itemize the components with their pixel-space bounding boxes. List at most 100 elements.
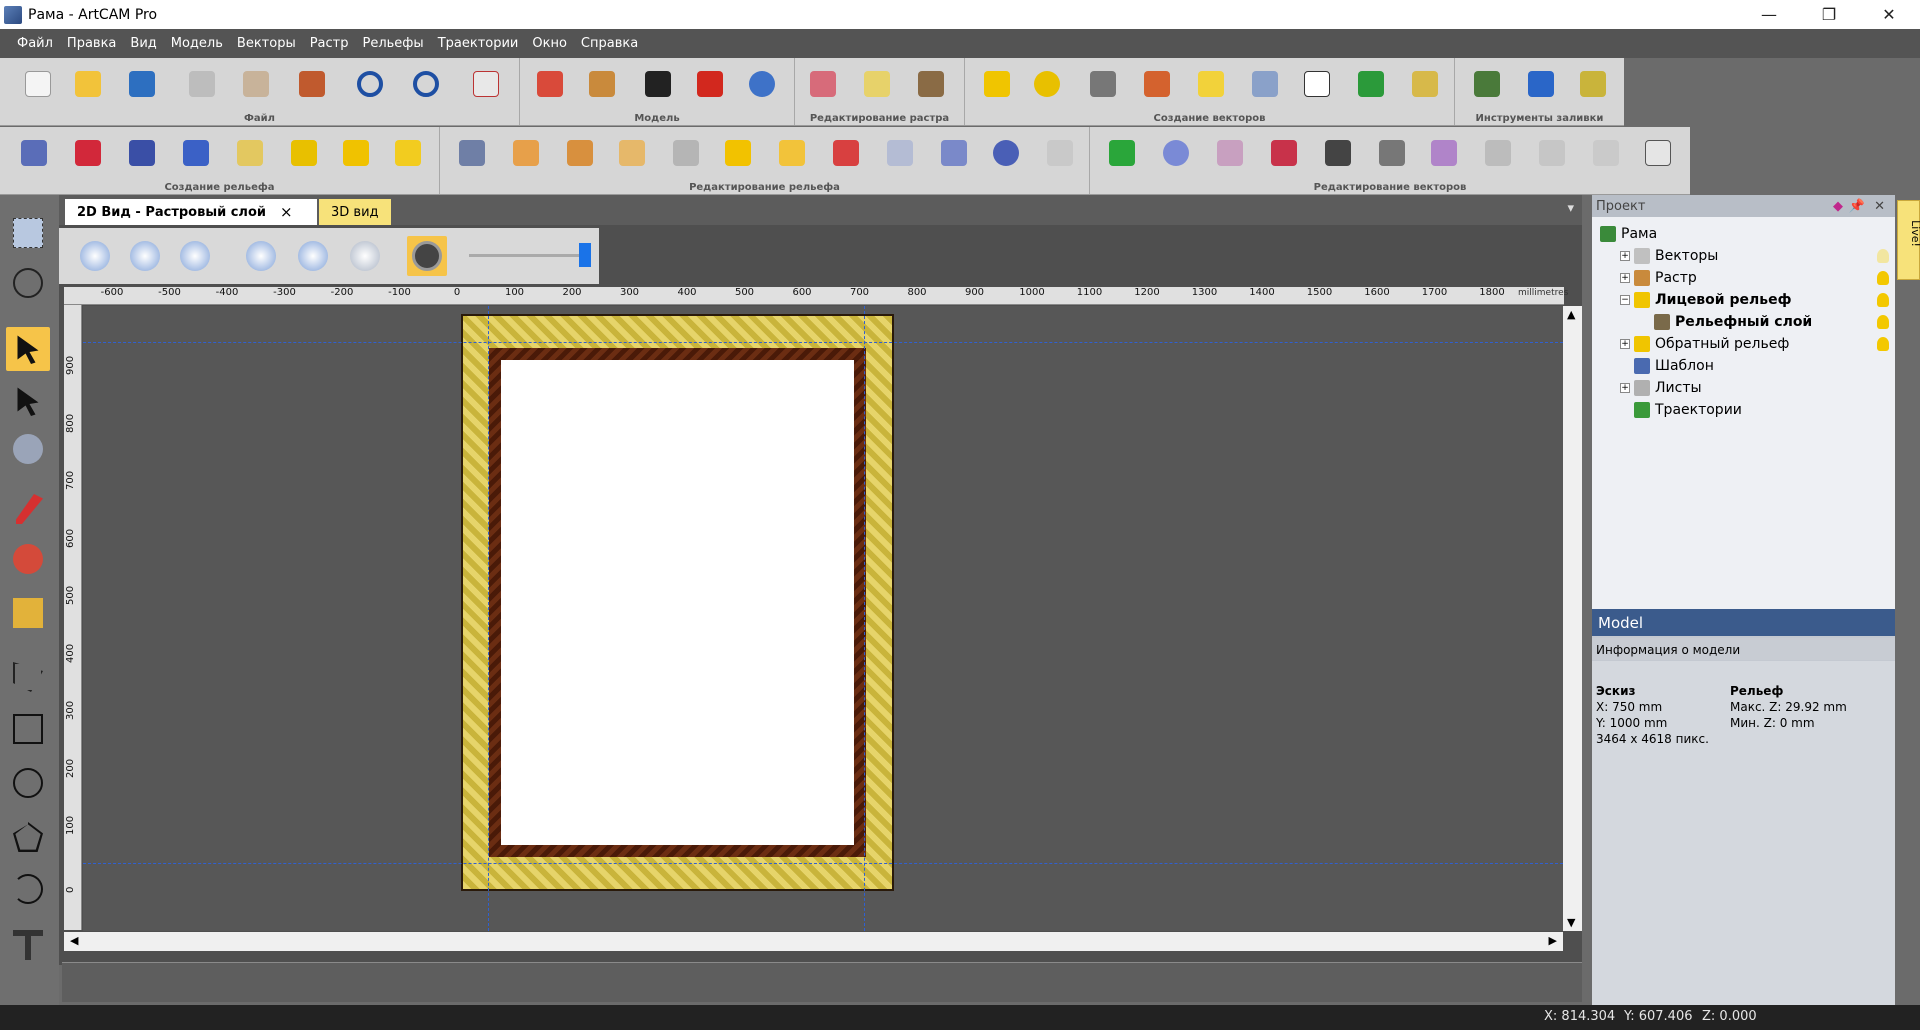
visibility-bulb-icon[interactable] — [1877, 293, 1889, 307]
tree-expander-icon[interactable]: + — [1620, 383, 1630, 393]
close-tab-icon[interactable]: × — [280, 203, 293, 221]
fillet-icon[interactable] — [1372, 133, 1412, 173]
tab-dropdown-icon[interactable]: ▾ — [1567, 201, 1574, 216]
visibility-bulb-icon[interactable] — [1877, 315, 1889, 329]
reverse-icon[interactable] — [880, 133, 920, 173]
pattern-fill-icon[interactable] — [1573, 64, 1613, 104]
select-area-icon[interactable] — [6, 211, 50, 255]
blend-icon[interactable] — [612, 133, 652, 173]
sheet-icon[interactable] — [1405, 64, 1445, 104]
tree-expander-icon[interactable]: + — [1620, 339, 1630, 349]
texture-icon[interactable] — [336, 133, 376, 173]
trim-vector-icon[interactable] — [1318, 133, 1358, 173]
shape-editor-icon[interactable] — [14, 133, 54, 173]
relief-frame[interactable] — [461, 314, 894, 891]
cut-icon[interactable] — [182, 64, 222, 104]
add-vector-icon[interactable] — [1102, 133, 1142, 173]
pencil-icon[interactable] — [6, 487, 50, 531]
restore-button[interactable]: ❐ — [1806, 0, 1852, 29]
menu-view[interactable]: Вид — [123, 29, 163, 58]
offset-icon[interactable] — [506, 133, 546, 173]
pin-icon[interactable]: 📌 — [1849, 199, 1865, 214]
merge-icon[interactable] — [1478, 133, 1518, 173]
vertical-scrollbar[interactable]: ▲ ▼ — [1563, 306, 1582, 931]
zoom-out-icon[interactable] — [125, 236, 165, 276]
minimize-button[interactable]: — — [1746, 0, 1792, 29]
zoom-in-icon[interactable] — [75, 236, 115, 276]
select-pointer-icon[interactable] — [6, 327, 50, 371]
arc-vector-icon[interactable] — [1027, 64, 1067, 104]
wrap-icon[interactable] — [772, 133, 812, 173]
view-settings-icon[interactable] — [407, 236, 447, 276]
tree-item[interactable]: + Листы — [1592, 377, 1895, 399]
scroll-left-icon[interactable]: ◀ — [70, 934, 78, 947]
text-vector-icon[interactable] — [1351, 64, 1391, 104]
globe-model-icon[interactable] — [742, 64, 782, 104]
bitmap-tools-icon[interactable] — [911, 64, 951, 104]
arc-icon[interactable] — [6, 867, 50, 911]
fade-icon[interactable] — [718, 133, 758, 173]
tree-item[interactable]: Рельефный слой — [1592, 311, 1895, 333]
mirror-vector-icon[interactable] — [1210, 133, 1250, 173]
drawing-canvas[interactable] — [83, 306, 1563, 931]
tree-expander-icon[interactable]: + — [1620, 251, 1630, 261]
menu-toolpaths[interactable]: Траектории — [431, 29, 526, 58]
redo-icon[interactable] — [406, 64, 446, 104]
tree-expander-icon[interactable]: − — [1620, 295, 1630, 305]
visibility-bulb-icon[interactable] — [1877, 337, 1889, 351]
polygon-icon[interactable] — [6, 815, 50, 859]
zoom-previous-icon[interactable] — [175, 236, 215, 276]
notes-icon[interactable] — [466, 64, 506, 104]
color-model-icon[interactable] — [690, 64, 730, 104]
fill-shape-icon[interactable] — [1191, 64, 1231, 104]
tree-item[interactable]: + Обратный рельеф — [1592, 333, 1895, 355]
menu-vectors[interactable]: Векторы — [230, 29, 303, 58]
text-icon[interactable] — [6, 923, 50, 967]
tree-item[interactable]: Рама — [1592, 223, 1895, 245]
tree-item[interactable]: Траектории — [1592, 399, 1895, 421]
zoom-slider-thumb[interactable] — [579, 243, 591, 267]
star-relief-icon[interactable] — [122, 133, 162, 173]
tree-item[interactable]: + Растр — [1592, 267, 1895, 289]
open-folder-icon[interactable] — [68, 64, 108, 104]
nesting-icon[interactable] — [1297, 64, 1337, 104]
round-vector-icon[interactable] — [1156, 133, 1196, 173]
fill-tool-icon[interactable] — [6, 591, 50, 635]
copy-icon[interactable] — [236, 64, 276, 104]
menu-bitmap[interactable]: Растр — [303, 29, 356, 58]
undo-icon[interactable] — [350, 64, 390, 104]
polyline-icon[interactable] — [6, 655, 50, 699]
horizontal-scrollbar[interactable]: ◀ ▶ — [64, 932, 1563, 951]
close-button[interactable]: ✕ — [1866, 0, 1912, 29]
scroll-right-icon[interactable]: ▶ — [1549, 934, 1557, 947]
zoom-all-icon[interactable] — [345, 236, 385, 276]
globe-icon[interactable] — [6, 261, 50, 305]
grid-vector-icon[interactable] — [1424, 133, 1464, 173]
zoom-slider-track[interactable] — [469, 254, 587, 257]
star-sphere-icon[interactable] — [986, 133, 1026, 173]
extrude-icon[interactable] — [68, 133, 108, 173]
circle-icon[interactable] — [6, 761, 50, 805]
plane-icon[interactable] — [934, 133, 974, 173]
pin-magenta-icon[interactable]: ◆ — [1833, 199, 1843, 214]
star-vector-icon[interactable] — [977, 64, 1017, 104]
two-rail-icon[interactable] — [176, 133, 216, 173]
move-icon[interactable] — [6, 427, 50, 471]
spin-icon[interactable] — [230, 133, 270, 173]
rectangle-icon[interactable] — [6, 707, 50, 751]
teddy-bear-icon[interactable] — [582, 64, 622, 104]
paint-icon[interactable] — [6, 537, 50, 581]
tree-item[interactable]: Шаблон — [1592, 355, 1895, 377]
weave-icon[interactable] — [284, 133, 324, 173]
node-pointer-icon[interactable] — [6, 379, 50, 423]
smooth-icon[interactable] — [560, 133, 600, 173]
layers-vector-icon[interactable] — [1245, 64, 1285, 104]
live-tab[interactable]: Live! — [1897, 200, 1920, 280]
guide-line-bottom[interactable] — [83, 863, 1563, 864]
slice-icon[interactable] — [1040, 133, 1080, 173]
node-edit-icon[interactable] — [1083, 64, 1123, 104]
panel-close-icon[interactable]: ✕ — [1874, 199, 1885, 214]
model-setup-icon[interactable] — [530, 64, 570, 104]
menu-help[interactable]: Справка — [574, 29, 645, 58]
wave-fill-icon[interactable] — [1521, 64, 1561, 104]
